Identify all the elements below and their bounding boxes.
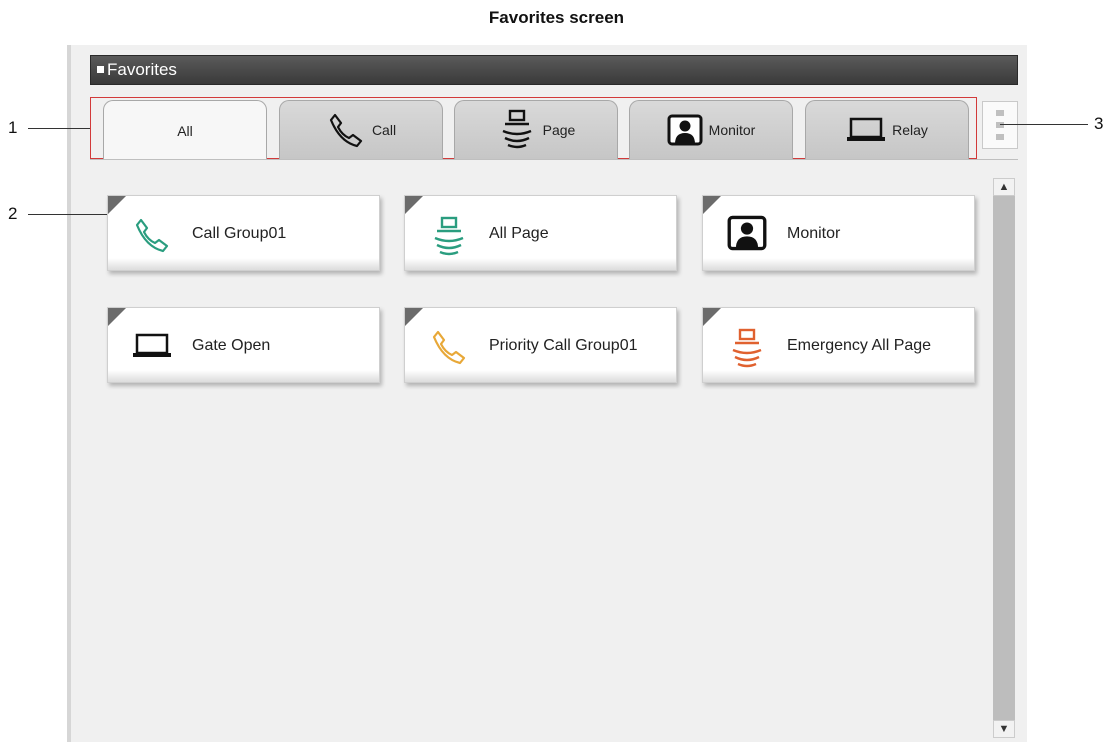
tab-label: Relay — [892, 122, 928, 138]
relay-icon — [846, 117, 886, 143]
more-dot-icon — [996, 122, 1004, 128]
corner-marker — [108, 196, 126, 214]
favorite-label: Priority Call Group01 — [489, 337, 638, 354]
corner-marker — [405, 196, 423, 214]
panel-title: Favorites — [107, 60, 177, 79]
scroll-down-button[interactable]: ▼ — [993, 720, 1015, 738]
tab-label: Page — [542, 122, 576, 138]
monitor-icon — [667, 114, 703, 146]
speaker-icon — [497, 108, 537, 152]
phone-icon — [429, 327, 469, 367]
favorite-label: Gate Open — [192, 337, 271, 354]
more-dot-icon — [996, 134, 1004, 140]
button-bottom-shade — [703, 258, 974, 270]
phone-icon — [326, 110, 366, 150]
tab-baseline — [90, 159, 1018, 160]
panel-title-bar: Favorites — [90, 55, 1018, 85]
favorite-button-monitor[interactable]: Monitor — [702, 195, 975, 271]
favorite-label: All Page — [489, 225, 549, 242]
square-bullet-icon — [97, 66, 104, 73]
button-bottom-shade — [405, 258, 676, 270]
favorite-button-emergency-all-page[interactable]: Emergency All Page — [702, 307, 975, 383]
callout-3: 3 — [1094, 114, 1104, 133]
more-options-button[interactable] — [982, 101, 1018, 149]
scroll-up-button[interactable]: ▲ — [993, 178, 1015, 196]
button-bottom-shade — [405, 370, 676, 382]
tab-all[interactable]: All — [103, 100, 267, 160]
corner-marker — [703, 308, 721, 326]
relay-icon — [132, 333, 172, 373]
more-dot-icon — [996, 110, 1004, 116]
speaker-icon — [429, 215, 469, 256]
corner-marker — [108, 308, 126, 326]
callout-1-line — [28, 128, 90, 129]
tab-page[interactable]: Page — [454, 100, 618, 159]
favorite-label: Call Group01 — [192, 225, 287, 242]
favorite-label: Emergency All Page — [787, 337, 932, 354]
favorite-button-all-page[interactable]: All Page — [404, 195, 677, 271]
corner-marker — [405, 308, 423, 326]
tab-call[interactable]: Call — [279, 100, 443, 159]
callout-1: 1 — [8, 118, 18, 137]
tab-label: Monitor — [708, 122, 756, 138]
favorite-button-gate-open[interactable]: Gate Open — [107, 307, 380, 383]
button-bottom-shade — [703, 370, 974, 382]
favorite-button-priority-call-group01[interactable]: Priority Call Group01 — [404, 307, 677, 383]
callout-2-line — [28, 214, 116, 215]
page-caption: Favorites screen — [488, 8, 625, 27]
tab-label: Call — [371, 122, 397, 138]
callout-3-line — [1000, 124, 1088, 125]
tab-relay[interactable]: Relay — [805, 100, 969, 159]
favorite-button-call-group01[interactable]: Call Group01 — [107, 195, 380, 271]
speaker-icon — [727, 327, 767, 368]
monitor-icon — [727, 215, 767, 255]
corner-marker — [703, 196, 721, 214]
button-bottom-shade — [108, 258, 379, 270]
callout-2: 2 — [8, 204, 18, 223]
favorite-label: Monitor — [787, 225, 841, 242]
vertical-scrollbar[interactable]: ▲ ▼ — [993, 178, 1015, 738]
tab-monitor[interactable]: Monitor — [629, 100, 793, 159]
phone-icon — [132, 215, 172, 255]
tab-label: All — [177, 122, 193, 139]
